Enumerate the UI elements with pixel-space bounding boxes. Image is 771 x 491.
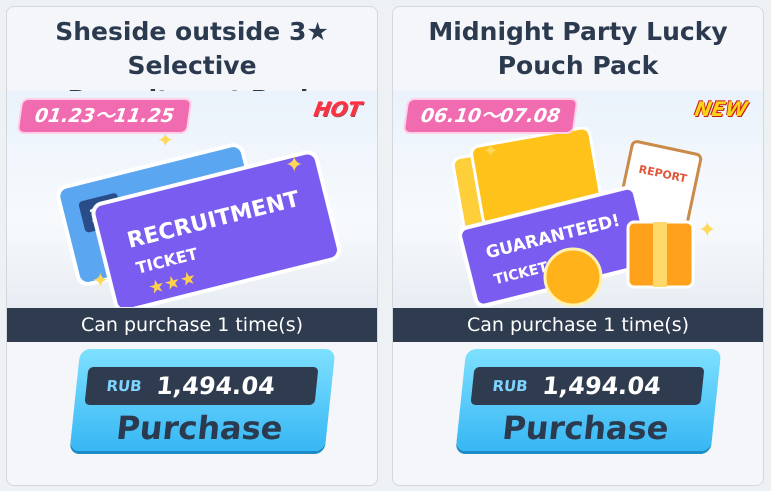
new-badge: NEW xyxy=(692,97,750,121)
sparkle-icon: ✦ xyxy=(92,268,109,292)
pack-title-line1: Midnight Party Lucky xyxy=(428,17,728,46)
sale-date-range: 01.23〜11.25 xyxy=(16,98,193,134)
currency-label: RUB xyxy=(491,377,529,395)
pack-card-lucky-pouch[interactable]: Midnight Party Lucky Pouch Pack REPORT G… xyxy=(392,6,764,486)
purchase-limit-text: Can purchase 1 time(s) xyxy=(393,308,763,342)
purchase-button-label: Purchase xyxy=(114,409,285,447)
purchase-limit-text: Can purchase 1 time(s) xyxy=(7,308,377,342)
sparkle-icon: ✦ xyxy=(698,218,716,243)
price-display: RUB 1,494.04 xyxy=(470,367,705,405)
pack-card-recruitment[interactable]: Sheside outside 3★ Selective Recruitment… xyxy=(6,6,378,486)
pack-title-line2: Pouch Pack xyxy=(497,51,659,80)
sparkle-icon: ✦ xyxy=(285,153,303,178)
sale-date-range: 06.10〜07.08 xyxy=(402,98,579,134)
purchase-button[interactable]: RUB 1,494.04 Purchase xyxy=(69,349,336,451)
price-display: RUB 1,494.04 xyxy=(84,367,319,405)
recruitment-ticket-illustration: 10 RECRUITMENT TICKET ★★★ ✦ ✦ ✦ xyxy=(56,128,342,307)
pack-title-line1: Sheside outside 3★ Selective xyxy=(55,17,329,80)
currency-label: RUB xyxy=(105,377,143,395)
price-amount: 1,494.04 xyxy=(541,372,663,400)
hot-badge: HOT xyxy=(311,97,364,121)
lucky-pouch-illustration: REPORT GUARANTEED! TICKET ✦ ✦ xyxy=(451,127,716,307)
purchase-button-label: Purchase xyxy=(500,409,671,447)
sparkle-icon: ✦ xyxy=(483,141,498,162)
price-amount: 1,494.04 xyxy=(155,372,277,400)
purchase-button[interactable]: RUB 1,494.04 Purchase xyxy=(455,349,722,451)
gold-coin-icon xyxy=(543,247,603,307)
pack-title: Midnight Party Lucky Pouch Pack xyxy=(393,15,763,83)
